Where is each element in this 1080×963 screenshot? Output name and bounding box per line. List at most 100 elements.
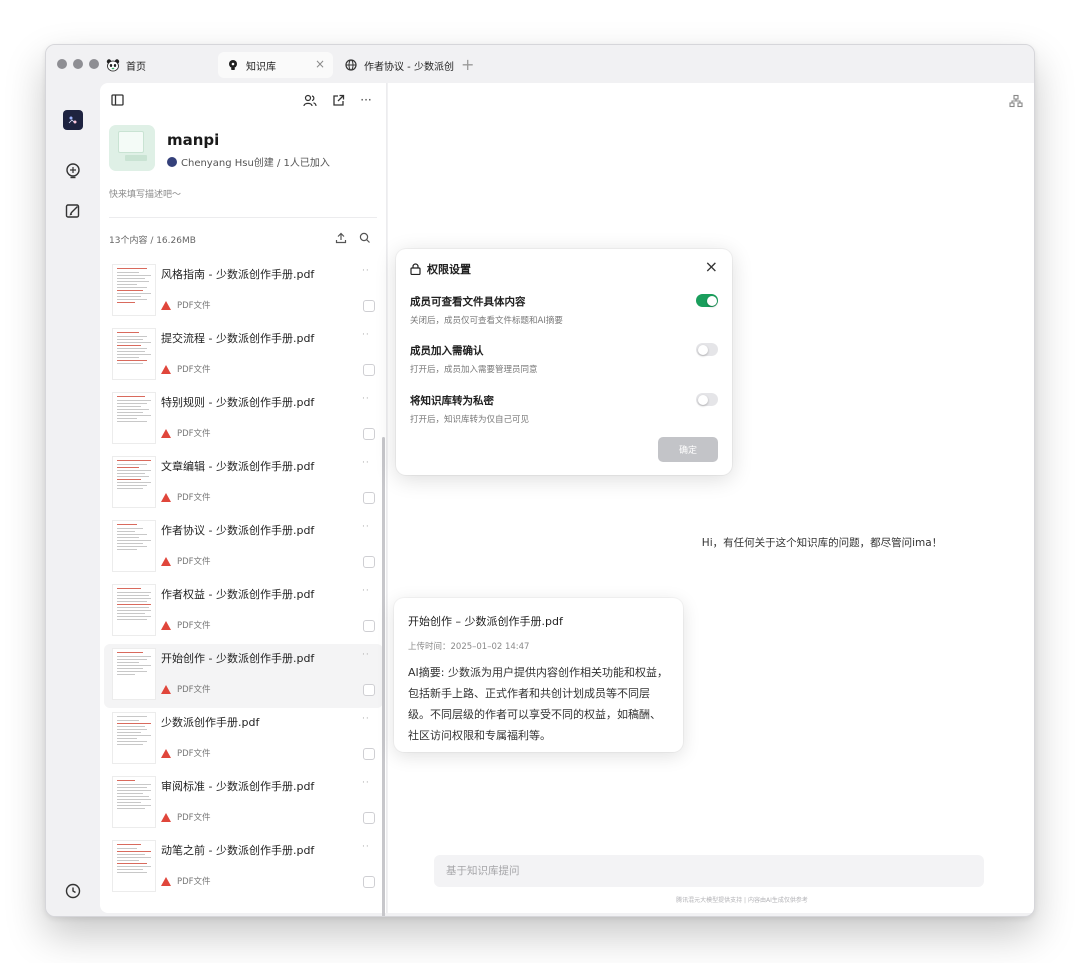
knowledge-base-meta: Chenyang Hsu创建 / 1人已加入	[167, 154, 330, 169]
item-more-icon[interactable]: ··	[362, 778, 370, 788]
pdf-icon	[161, 364, 171, 374]
file-thumbnail	[112, 392, 156, 444]
pdf-icon	[161, 876, 171, 886]
scrollbar[interactable]	[382, 437, 385, 916]
item-more-icon[interactable]: ··	[362, 458, 370, 468]
item-more-icon[interactable]: ··	[362, 394, 370, 404]
tab-label: 首页	[126, 61, 146, 73]
file-title: 动笔之前 - 少数派创作手册.pdf	[161, 844, 315, 857]
item-checkbox[interactable]	[363, 428, 375, 440]
item-checkbox[interactable]	[363, 812, 375, 824]
file-type: PDF文件	[161, 747, 211, 759]
window-minimize-button[interactable]	[73, 59, 83, 69]
creator-text: Chenyang Hsu创建 / 1人已加入	[181, 158, 330, 169]
file-type: PDF文件	[161, 363, 211, 375]
file-list-item[interactable]: 文章编辑 - 少数派创作手册.pdf PDF文件 ··	[104, 452, 383, 516]
file-list-item[interactable]: 风格指南 - 少数派创作手册.pdf PDF文件 ··	[104, 260, 383, 324]
item-more-icon[interactable]: ··	[362, 330, 370, 340]
knowledge-base-name: manpi	[167, 131, 220, 149]
file-list-item[interactable]: 作者协议 - 少数派创作手册.pdf PDF文件 ··	[104, 516, 383, 580]
network-icon[interactable]	[1008, 93, 1024, 109]
item-checkbox[interactable]	[363, 684, 375, 696]
option-desc-join-confirm: 打开后，成员加入需要管理员同意	[410, 365, 538, 375]
item-checkbox[interactable]	[363, 364, 375, 376]
confirm-button[interactable]: 确定	[658, 437, 718, 462]
window-close-button[interactable]	[57, 59, 67, 69]
file-list-item[interactable]: 作者权益 - 少数派创作手册.pdf PDF文件 ··	[104, 580, 383, 644]
left-rail	[46, 83, 100, 916]
panda-icon	[106, 58, 120, 72]
tab-knowledge-base[interactable]: 知识库 ×	[218, 52, 333, 78]
file-thumbnail	[112, 776, 156, 828]
item-more-icon[interactable]: ··	[362, 842, 370, 852]
knowledge-icon[interactable]	[63, 161, 83, 181]
file-list-item[interactable]: 开始创作 - 少数派创作手册.pdf PDF文件 ··	[104, 644, 383, 708]
footer-disclaimer: 腾讯混元大模型提供支持 | 内容由AI生成仅供参考	[676, 897, 808, 904]
file-list-item[interactable]: 动笔之前 - 少数派创作手册.pdf PDF文件 ··	[104, 836, 383, 900]
share-icon[interactable]	[330, 92, 346, 108]
item-checkbox[interactable]	[363, 748, 375, 760]
creator-avatar	[167, 156, 177, 167]
item-checkbox[interactable]	[363, 492, 375, 504]
history-icon[interactable]	[63, 881, 83, 901]
file-thumbnail	[112, 456, 156, 508]
file-type: PDF文件	[161, 811, 211, 823]
file-list-item[interactable]: 特别规则 - 少数派创作手册.pdf PDF文件 ··	[104, 388, 383, 452]
file-type: PDF文件	[161, 683, 211, 695]
window-zoom-button[interactable]	[89, 59, 99, 69]
item-checkbox[interactable]	[363, 620, 375, 632]
item-more-icon[interactable]: ··	[362, 586, 370, 596]
item-checkbox[interactable]	[363, 300, 375, 312]
ask-input[interactable]	[434, 855, 984, 887]
item-checkbox[interactable]	[363, 556, 375, 568]
title-bar: 首页 知识库 × 作者协议 - 少数派创 +	[46, 45, 1034, 83]
toggle-view-content[interactable]	[696, 294, 718, 307]
file-thumbnail	[112, 264, 156, 316]
preview-ai-summary: AI摘要: 少数派为用户提供内容创作相关功能和权益，包括新手上路、正式作者和共创…	[408, 666, 668, 742]
file-list-item[interactable]: 少数派创作手册.pdf PDF文件 ··	[104, 708, 383, 772]
tab-home[interactable]: 首页	[104, 52, 204, 78]
chat-area: Hi，有任何关于这个知识库的问题，都尽管问ima！ 腾讯混元大模型提供支持 | …	[388, 83, 1034, 913]
item-more-icon[interactable]: ··	[362, 266, 370, 276]
close-tab-icon[interactable]: ×	[315, 57, 325, 71]
knowledge-base-description[interactable]: 快来填写描述吧～	[109, 187, 181, 200]
item-more-icon[interactable]: ··	[362, 522, 370, 532]
file-thumbnail	[112, 648, 156, 700]
search-icon[interactable]	[358, 231, 372, 245]
file-list-item[interactable]: 审阅标准 - 少数派创作手册.pdf PDF文件 ··	[104, 772, 383, 836]
file-title: 特别规则 - 少数派创作手册.pdf	[161, 396, 315, 409]
file-title: 审阅标准 - 少数派创作手册.pdf	[161, 780, 315, 793]
file-list-item[interactable]: 提交流程 - 少数派创作手册.pdf PDF文件 ··	[104, 324, 383, 388]
file-title: 作者协议 - 少数派创作手册.pdf	[161, 524, 315, 537]
toggle-private[interactable]	[696, 393, 718, 406]
preview-upload-time: 上传时间：2025–01–02 14:47	[408, 642, 530, 652]
file-thumbnail	[112, 584, 156, 636]
sidebar-toggle-icon[interactable]	[109, 92, 125, 108]
more-icon[interactable]: ···	[358, 92, 374, 108]
file-title: 文章编辑 - 少数派创作手册.pdf	[161, 460, 315, 473]
welcome-message: Hi，有任何关于这个知识库的问题，都尽管问ima！	[701, 537, 943, 549]
toggle-join-confirm[interactable]	[696, 343, 718, 356]
file-type: PDF文件	[161, 299, 211, 311]
file-type: PDF文件	[161, 875, 211, 887]
item-checkbox[interactable]	[363, 876, 375, 888]
preview-title: 开始创作 – 少数派创作手册.pdf	[408, 615, 563, 628]
pdf-icon	[161, 556, 171, 566]
knowledge-base-panel: ··· manpi Chenyang Hsu创建 / 1人已加入 快来填写描述吧…	[100, 83, 387, 916]
file-type: PDF文件	[161, 427, 211, 439]
edit-icon[interactable]	[63, 201, 83, 221]
close-icon[interactable]: ×	[705, 259, 718, 275]
upload-icon[interactable]	[334, 231, 348, 245]
new-tab-button[interactable]: +	[461, 55, 474, 74]
dialog-title: 权限设置	[410, 261, 471, 277]
members-icon[interactable]	[302, 92, 318, 108]
tab-author-agreement[interactable]: 作者协议 - 少数派创	[340, 52, 455, 78]
avatar-icon[interactable]	[63, 110, 83, 130]
file-thumbnail	[112, 328, 156, 380]
file-title: 作者权益 - 少数派创作手册.pdf	[161, 588, 315, 601]
pdf-icon	[161, 300, 171, 310]
item-more-icon[interactable]: ··	[362, 650, 370, 660]
file-type: PDF文件	[161, 491, 211, 503]
tab-label: 知识库	[246, 61, 276, 73]
item-more-icon[interactable]: ··	[362, 714, 370, 724]
